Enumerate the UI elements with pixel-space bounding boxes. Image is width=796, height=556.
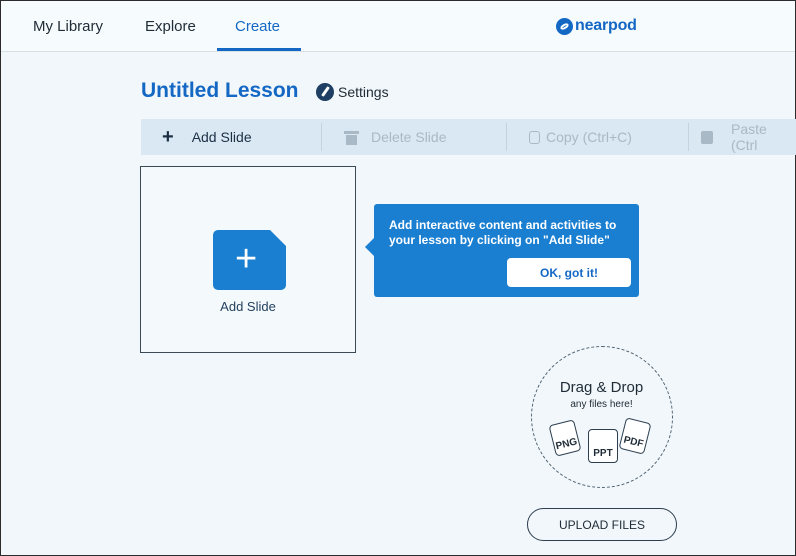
tab-my-library[interactable]: My Library — [33, 18, 103, 35]
plus-icon: + — [162, 126, 174, 148]
pdf-file-icon: PDF — [618, 417, 652, 455]
png-file-icon: PNG — [548, 419, 582, 457]
copy-button[interactable]: Copy (Ctrl+C) — [529, 119, 632, 155]
paste-button[interactable]: Paste (Ctrl — [701, 119, 796, 155]
paste-label: Paste (Ctrl — [730, 121, 767, 153]
add-slide-label: Add Slide — [191, 129, 252, 145]
delete-slide-label: Delete Slide — [371, 129, 447, 145]
paste-icon — [701, 130, 713, 144]
toolbar-divider — [506, 123, 507, 151]
upload-files-button[interactable]: UPLOAD FILES — [527, 508, 677, 541]
copy-icon — [529, 130, 540, 144]
active-tab-indicator — [217, 48, 301, 51]
tooltip-text: Add interactive content and activities t… — [389, 218, 617, 247]
toolbar-divider — [688, 123, 689, 151]
onboarding-tooltip: Add interactive content and activities t… — [365, 204, 639, 297]
file-drop-zone[interactable]: Drag & Drop any files here! PNG PDF PPT — [531, 346, 673, 488]
add-slide-card-label: Add Slide — [220, 299, 276, 314]
tab-explore[interactable]: Explore — [145, 18, 196, 35]
delete-slide-button[interactable]: Delete Slide — [344, 119, 447, 155]
add-slide-button[interactable]: + Add Slide — [162, 119, 252, 155]
logo-text: nearpod — [575, 17, 637, 34]
tab-create[interactable]: Create — [235, 18, 280, 35]
nearpod-logo[interactable]: nearpod — [556, 17, 637, 35]
trash-icon — [344, 130, 359, 145]
lesson-title[interactable]: Untitled Lesson — [141, 79, 299, 103]
add-slide-card[interactable]: + Add Slide — [140, 166, 356, 353]
copy-label: Copy (Ctrl+C) — [546, 129, 632, 145]
top-navigation: My Library Explore Create nearpod — [1, 1, 795, 52]
toolbar-divider — [321, 123, 322, 151]
ppt-file-icon: PPT — [588, 429, 618, 463]
plus-icon: + — [235, 238, 258, 280]
drop-zone-title: Drag & Drop — [559, 379, 644, 396]
new-slide-icon: + — [213, 230, 286, 290]
nearpod-logo-icon — [556, 17, 573, 35]
drop-zone-subtitle: any files here! — [570, 399, 633, 410]
pencil-icon[interactable] — [316, 83, 334, 101]
ok-got-it-button[interactable]: OK, got it! — [507, 258, 631, 287]
settings-link[interactable]: Settings — [338, 84, 389, 100]
slide-toolbar: + Add Slide Delete Slide Copy (Ctrl+C) P… — [141, 119, 796, 155]
